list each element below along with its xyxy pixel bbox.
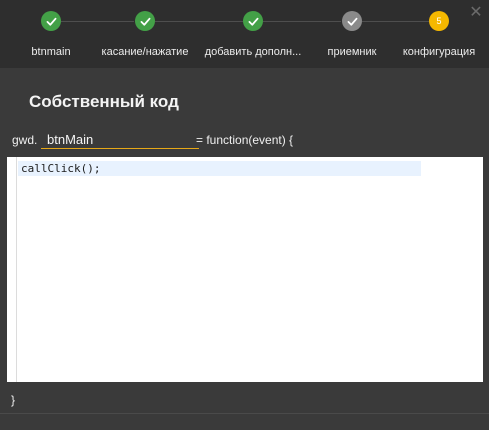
check-icon (135, 11, 155, 31)
step-add-action[interactable]: добавить дополн... (203, 0, 303, 68)
code-line-active[interactable]: callClick(); (18, 161, 421, 176)
closing-brace: } (11, 393, 16, 407)
close-icon[interactable]: ✕ (469, 5, 483, 21)
check-icon (41, 11, 61, 31)
editor-gutter (7, 157, 17, 382)
code-text: callClick(); (21, 162, 101, 175)
signature-prefix: gwd. (12, 133, 38, 147)
footer-divider (0, 413, 489, 414)
function-name-input[interactable] (41, 130, 199, 149)
step-label: конфигурация (402, 46, 476, 58)
code-editor[interactable]: callClick(); (7, 157, 483, 382)
dialog-title: Собственный код (29, 92, 179, 111)
step-touch[interactable]: касание/нажатие (95, 0, 195, 68)
signature-suffix: = function(event) { (196, 133, 294, 147)
stepper-bar: btnmain касание/нажатие добавить дополн.… (0, 0, 489, 68)
check-icon (243, 11, 263, 31)
step-number-badge: 5 (429, 11, 449, 31)
step-label: касание/нажатие (101, 46, 189, 58)
check-icon (342, 11, 362, 31)
